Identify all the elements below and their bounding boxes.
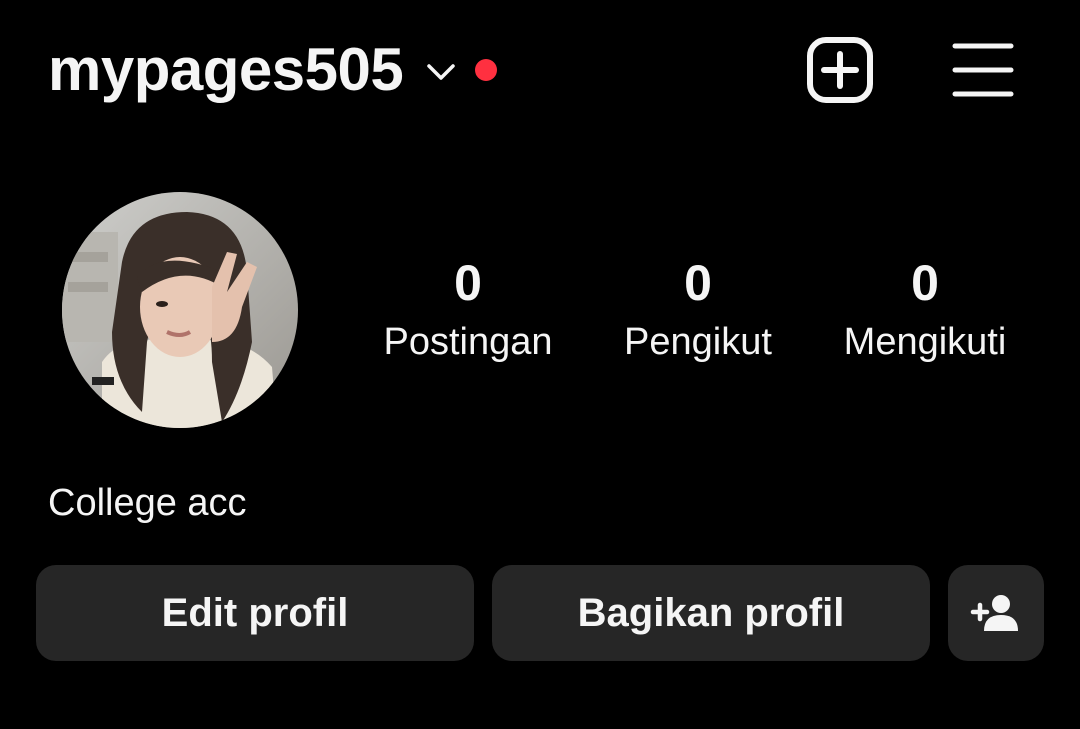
menu-button[interactable] [952, 40, 1014, 100]
stat-followers[interactable]: 0 Pengikut [603, 250, 793, 368]
following-label: Mengikuti [843, 321, 1007, 363]
stat-posts[interactable]: 0 Postingan [355, 250, 581, 368]
following-count: 0 [911, 255, 939, 311]
username: mypages505 [48, 36, 404, 103]
discover-people-button[interactable] [948, 565, 1044, 661]
followers-label: Pengikut [624, 321, 772, 363]
profile-photo [62, 192, 298, 428]
top-bar: mypages505 [48, 30, 1038, 110]
notification-dot [475, 59, 498, 81]
add-person-icon [970, 595, 1018, 631]
profile-stats: 0 Postingan 0 Pengikut 0 Mengikuti [355, 250, 1045, 380]
edit-profile-button[interactable]: Edit profil [36, 565, 474, 661]
share-profile-button[interactable]: Bagikan profil [492, 565, 930, 661]
chevron-down-icon [427, 64, 455, 80]
avatar[interactable] [62, 192, 298, 428]
posts-label: Postingan [383, 321, 553, 363]
posts-count: 0 [454, 255, 482, 311]
bio: College acc [48, 482, 247, 524]
new-post-button[interactable] [806, 36, 874, 104]
account-switcher[interactable]: mypages505 [48, 30, 498, 110]
stat-following[interactable]: 0 Mengikuti [825, 250, 1025, 368]
followers-count: 0 [684, 255, 712, 311]
